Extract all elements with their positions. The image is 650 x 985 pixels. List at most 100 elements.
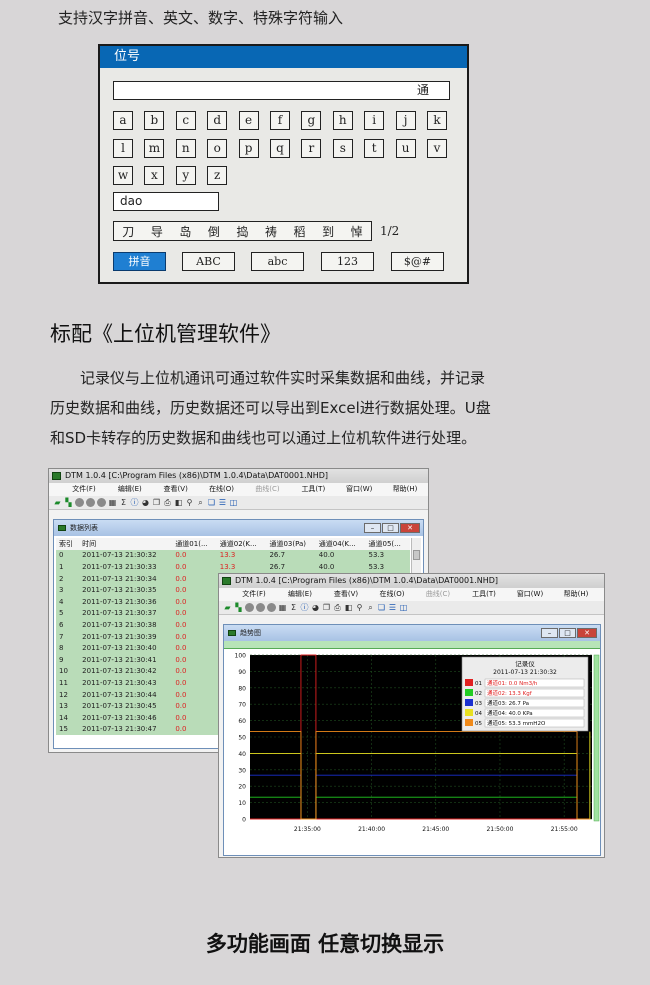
open-icon[interactable]: ▰ xyxy=(53,498,62,507)
pause-icon[interactable] xyxy=(86,498,95,507)
key-v[interactable]: v xyxy=(427,139,447,158)
candidate-char[interactable]: 祷 xyxy=(265,223,277,240)
candidate-char[interactable]: 刀 xyxy=(122,223,134,240)
key-h[interactable]: h xyxy=(332,111,353,130)
chart-icon[interactable]: ▚ xyxy=(64,498,73,507)
scroll-thumb[interactable] xyxy=(413,550,420,560)
menu-item[interactable]: 在线(O) xyxy=(369,588,415,601)
color-icon[interactable]: ◕ xyxy=(141,498,150,507)
mode-button-3[interactable]: 123 xyxy=(321,252,374,271)
key-g[interactable]: g xyxy=(301,111,322,130)
key-t[interactable]: t xyxy=(364,139,385,158)
menu-item[interactable]: 编辑(E) xyxy=(277,588,323,601)
key-x[interactable]: x xyxy=(144,166,165,185)
key-u[interactable]: u xyxy=(395,139,416,158)
menu-item[interactable]: 窗口(W) xyxy=(336,483,382,496)
tile-h-icon[interactable]: ☰ xyxy=(388,603,397,612)
menu-item[interactable]: 查看(V) xyxy=(323,588,369,601)
key-c[interactable]: c xyxy=(175,111,196,130)
print-icon[interactable]: ⎙ xyxy=(163,498,172,507)
candidate-char[interactable]: 悼 xyxy=(351,223,363,240)
key-o[interactable]: o xyxy=(207,139,228,158)
key-d[interactable]: d xyxy=(207,111,228,130)
key-b[interactable]: b xyxy=(144,111,165,130)
key-e[interactable]: e xyxy=(238,111,259,130)
menu-item[interactable]: 帮助(H) xyxy=(382,483,428,496)
key-p[interactable]: p xyxy=(238,139,259,158)
key-k[interactable]: k xyxy=(427,111,447,130)
minimize-button[interactable]: – xyxy=(364,523,381,533)
candidate-char[interactable]: 到 xyxy=(322,223,334,240)
candidate-char[interactable]: 捣 xyxy=(236,223,248,240)
minimize-button[interactable]: – xyxy=(541,628,558,638)
tile-h-icon[interactable]: ☰ xyxy=(218,498,227,507)
table-row[interactable]: 1 2011-07-13 21:30:33 0.0 13.3 26.7 40.0 53.3 xyxy=(56,561,410,573)
key-j[interactable]: j xyxy=(395,111,416,130)
column-header[interactable]: 通道05(... xyxy=(365,538,410,550)
record-icon[interactable] xyxy=(245,603,254,612)
mode-button-1[interactable]: ABC xyxy=(182,252,235,271)
close-button[interactable]: ✕ xyxy=(400,523,420,533)
mode-button-4[interactable]: $@# xyxy=(391,252,444,271)
maximize-button[interactable]: □ xyxy=(382,523,399,533)
key-z[interactable]: z xyxy=(207,166,228,185)
stop-icon[interactable] xyxy=(267,603,276,612)
menu-item[interactable]: 文件(F) xyxy=(61,483,107,496)
search-icon[interactable]: ⚲ xyxy=(355,603,364,612)
key-w[interactable]: w xyxy=(113,166,133,185)
menu-item[interactable]: 曲线(C) xyxy=(245,483,291,496)
preview-icon[interactable]: ◧ xyxy=(174,498,183,507)
cascade-icon[interactable]: ❏ xyxy=(377,603,386,612)
key-n[interactable]: n xyxy=(175,139,196,158)
candidate-char[interactable]: 倒 xyxy=(208,223,220,240)
column-header[interactable]: 时间 xyxy=(79,538,173,550)
key-i[interactable]: i xyxy=(364,111,385,130)
menu-item[interactable]: 文件(F) xyxy=(231,588,277,601)
chart-icon[interactable]: ▚ xyxy=(234,603,243,612)
sum-icon[interactable]: Σ xyxy=(289,603,298,612)
candidate-char[interactable]: 稻 xyxy=(294,223,306,240)
info-icon[interactable]: ⓘ xyxy=(130,498,139,507)
preview-icon[interactable]: ◧ xyxy=(344,603,353,612)
key-r[interactable]: r xyxy=(301,139,322,158)
zoom-icon[interactable]: ⌕ xyxy=(196,498,205,507)
open-icon[interactable]: ▰ xyxy=(223,603,232,612)
key-l[interactable]: l xyxy=(113,139,133,158)
menu-item[interactable]: 工具(T) xyxy=(461,588,507,601)
maximize-button[interactable]: □ xyxy=(559,628,576,638)
table-icon[interactable]: ▦ xyxy=(278,603,287,612)
pause-icon[interactable] xyxy=(256,603,265,612)
copy-icon[interactable]: ❐ xyxy=(152,498,161,507)
table-row[interactable]: 0 2011-07-13 21:30:32 0.0 13.3 26.7 40.0 53.3 xyxy=(56,549,410,562)
stop-icon[interactable] xyxy=(97,498,106,507)
key-a[interactable]: a xyxy=(113,111,133,130)
candidate-char[interactable]: 岛 xyxy=(179,223,191,240)
menu-item[interactable]: 窗口(W) xyxy=(507,588,553,601)
menu-item[interactable]: 工具(T) xyxy=(290,483,336,496)
column-header[interactable]: 通道02(K... xyxy=(216,538,267,550)
menu-item[interactable]: 曲线(C) xyxy=(415,588,461,601)
cascade-icon[interactable]: ❏ xyxy=(207,498,216,507)
menu-item[interactable]: 帮助(H) xyxy=(553,588,599,601)
key-y[interactable]: y xyxy=(175,166,196,185)
column-header[interactable]: 通道03(Pa) xyxy=(266,538,316,550)
info-icon[interactable]: ⓘ xyxy=(300,603,309,612)
mode-button-0[interactable]: 拼音 xyxy=(113,252,166,271)
key-m[interactable]: m xyxy=(144,139,165,158)
menu-item[interactable]: 编辑(E) xyxy=(107,483,153,496)
column-header[interactable]: 索引 xyxy=(56,538,80,550)
column-header[interactable]: 通道04(K... xyxy=(315,538,366,550)
tag-input[interactable]: 通 xyxy=(113,81,450,100)
chart-scroll-bar[interactable] xyxy=(224,641,600,649)
tile-v-icon[interactable]: ◫ xyxy=(229,498,238,507)
key-q[interactable]: q xyxy=(270,139,290,158)
mode-button-2[interactable]: abc xyxy=(251,252,304,271)
copy-icon[interactable]: ❐ xyxy=(322,603,331,612)
menu-item[interactable]: 查看(V) xyxy=(153,483,199,496)
candidate-char[interactable]: 导 xyxy=(151,223,163,240)
key-f[interactable]: f xyxy=(270,111,290,130)
sum-icon[interactable]: Σ xyxy=(119,498,128,507)
menu-item[interactable]: 在线(O) xyxy=(199,483,245,496)
key-s[interactable]: s xyxy=(332,139,353,158)
color-icon[interactable]: ◕ xyxy=(311,603,320,612)
